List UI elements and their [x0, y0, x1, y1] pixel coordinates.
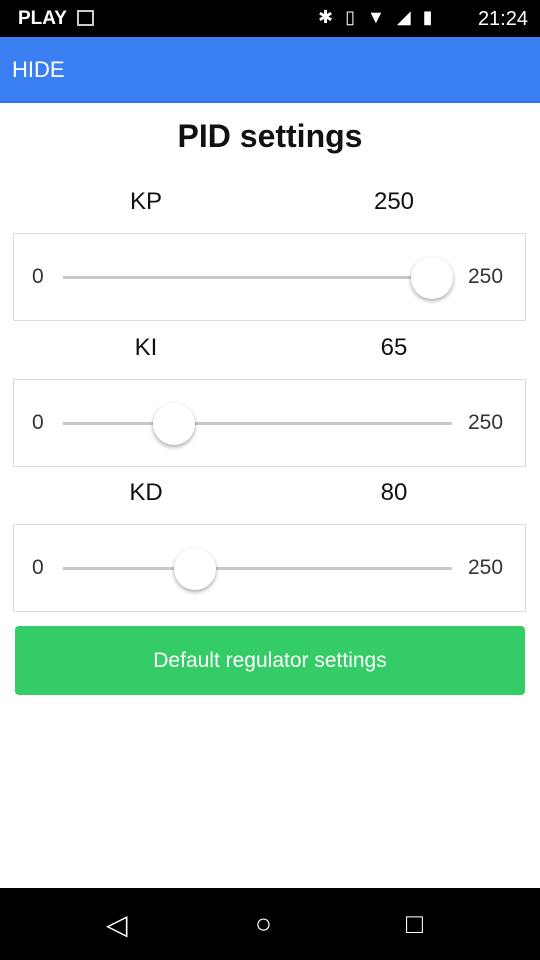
back-icon[interactable]: ◁ [106, 908, 128, 941]
home-icon[interactable]: ○ [255, 908, 272, 940]
image-notification-icon [77, 10, 94, 26]
status-bar: PLAY ✱ ▯ ▼ ◢ ▮ 21:24 [0, 0, 540, 37]
signal-icon: ◢ [396, 7, 411, 27]
slider-value-kd: 80 [380, 479, 408, 506]
slider-label-kp: KP [129, 188, 162, 215]
slider-label-kd: KD [129, 479, 163, 506]
slider-max-label: 250 [468, 265, 504, 288]
slider-min-label: 0 [32, 410, 44, 434]
slider-track[interactable] [63, 567, 452, 570]
slider-min-label: 0 [32, 556, 44, 579]
wifi-icon: ▼ [367, 7, 385, 27]
slider-track[interactable] [63, 421, 452, 425]
slider-box-ki: 0 250 [13, 378, 526, 467]
slider-thumb[interactable] [174, 548, 217, 590]
recents-icon[interactable]: □ [406, 908, 423, 940]
hide-button[interactable]: HIDE [12, 57, 65, 83]
carrier-label: PLAY [18, 8, 67, 29]
slider-box-kp: 0 250 [13, 233, 526, 321]
slider-label-ki: KI [134, 333, 158, 361]
bluetooth-icon: ✱ [318, 7, 334, 27]
app-bar: HIDE [0, 37, 540, 103]
slider-max-label: 250 [468, 556, 504, 579]
slider-track[interactable] [63, 276, 452, 279]
page-title: PID settings [177, 118, 363, 154]
slider-thumb[interactable] [153, 402, 196, 445]
clock: 21:24 [477, 8, 528, 30]
slider-value-ki: 65 [380, 333, 408, 361]
navigation-bar: ◁ ○ □ [0, 888, 540, 960]
slider-min-label: 0 [32, 265, 44, 288]
slider-thumb[interactable] [411, 257, 453, 299]
vibrate-icon: ▯ [345, 7, 355, 27]
slider-max-label: 250 [468, 410, 504, 434]
slider-box-kd: 0 250 [13, 524, 526, 612]
battery-icon: ▮ [422, 7, 433, 27]
default-settings-button[interactable]: Default regulator settings [15, 626, 525, 695]
slider-value-kp: 250 [373, 188, 415, 215]
